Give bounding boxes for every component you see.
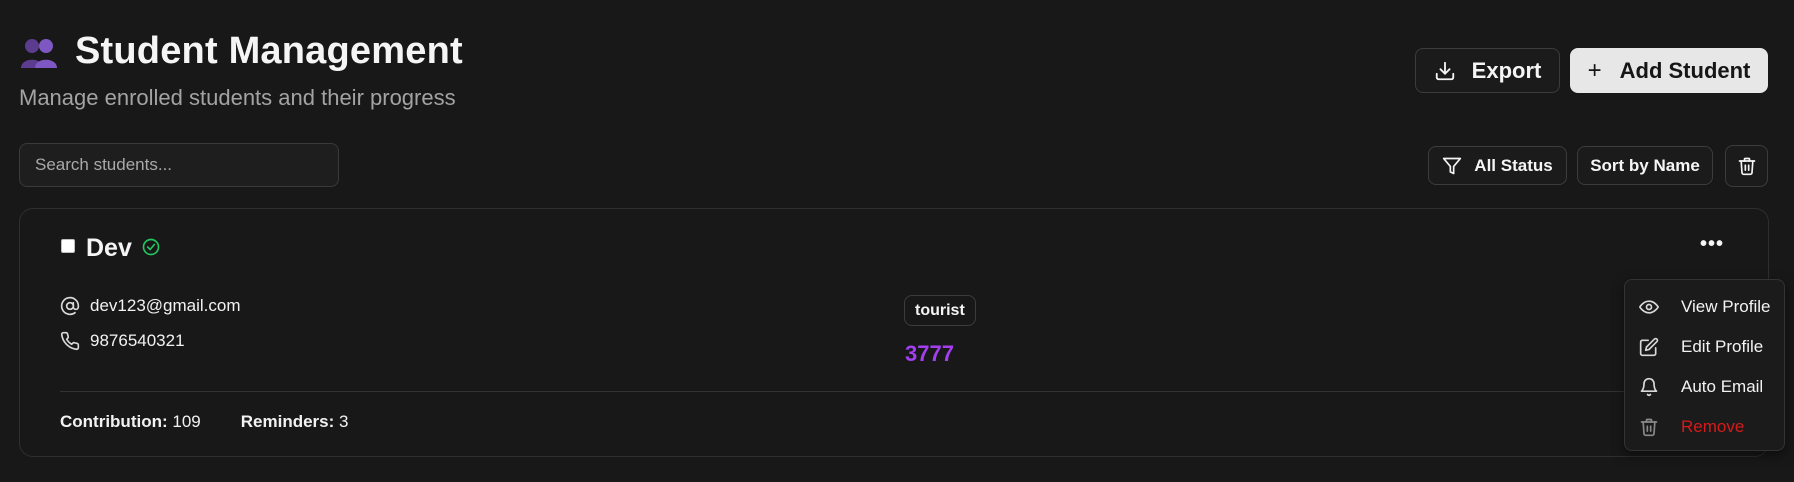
- contribution-label: Contribution:: [60, 412, 168, 431]
- trash-icon: [1738, 157, 1755, 176]
- edit-icon: [1639, 337, 1659, 357]
- menu-item-label: Remove: [1681, 417, 1745, 436]
- at-sign-icon: [60, 296, 80, 316]
- title-row: Student Management: [19, 30, 463, 73]
- group-icon: [21, 38, 57, 68]
- student-select-checkbox[interactable]: [61, 239, 75, 253]
- menu-item-view-profile[interactable]: View Profile: [1639, 297, 1770, 317]
- menu-item-remove[interactable]: Remove: [1639, 417, 1744, 437]
- bell-icon: [1640, 377, 1658, 397]
- sort-button[interactable]: Sort by Name: [1577, 146, 1713, 185]
- student-card: Dev ••• dev123@gmail.com 9876540321 tour…: [19, 208, 1769, 457]
- student-phone: 9876540321: [90, 331, 185, 350]
- verified-check-icon: [142, 238, 160, 256]
- export-label: Export: [1471, 57, 1542, 83]
- page-subtitle: Manage enrolled students and their progr…: [19, 85, 456, 110]
- add-student-label: Add Student: [1619, 57, 1751, 83]
- student-name: Dev: [86, 234, 132, 262]
- ellipsis-icon: •••: [1699, 232, 1724, 255]
- sort-label: Sort by Name: [1590, 155, 1700, 175]
- phone-row: 9876540321: [60, 331, 185, 351]
- student-actions-menu: View Profile Edit Profile Auto Email Rem…: [1624, 279, 1785, 451]
- reminders-label: Reminders:: [240, 412, 335, 431]
- menu-item-label: View Profile: [1681, 297, 1771, 316]
- page-title: Student Management: [75, 30, 463, 72]
- menu-item-label: Auto Email: [1681, 377, 1764, 396]
- export-button[interactable]: Export: [1415, 48, 1560, 93]
- reminders-stat: Reminders: 3: [241, 412, 349, 432]
- menu-item-edit-profile[interactable]: Edit Profile: [1639, 337, 1763, 357]
- add-student-button[interactable]: + Add Student: [1570, 48, 1768, 93]
- student-email: dev123@gmail.com: [90, 296, 241, 315]
- student-score: 3777: [905, 341, 954, 366]
- contribution-value: 109: [172, 412, 201, 431]
- phone-icon: [60, 331, 80, 351]
- status-filter-label: All Status: [1474, 155, 1553, 175]
- reminders-value: 3: [339, 412, 349, 431]
- page-header: Student Management Manage enrolled stude…: [19, 30, 463, 111]
- plus-icon: +: [1587, 56, 1602, 84]
- search-input[interactable]: [19, 143, 339, 187]
- filter-icon: [1443, 157, 1462, 174]
- bulk-delete-button[interactable]: [1725, 145, 1768, 187]
- contribution-stat: Contribution: 109: [60, 412, 201, 432]
- more-options-button[interactable]: •••: [1692, 229, 1732, 259]
- download-icon: [1435, 61, 1454, 80]
- student-tag: tourist: [904, 295, 976, 326]
- status-filter-button[interactable]: All Status: [1428, 146, 1567, 185]
- student-stats: Contribution: 109 Reminders: 3: [60, 412, 348, 432]
- email-row: dev123@gmail.com: [60, 296, 241, 316]
- menu-item-label: Edit Profile: [1681, 337, 1764, 356]
- menu-item-auto-email[interactable]: Auto Email: [1639, 377, 1763, 397]
- eye-icon: [1639, 300, 1659, 314]
- trash-icon: [1640, 418, 1658, 437]
- card-divider: [60, 391, 1648, 392]
